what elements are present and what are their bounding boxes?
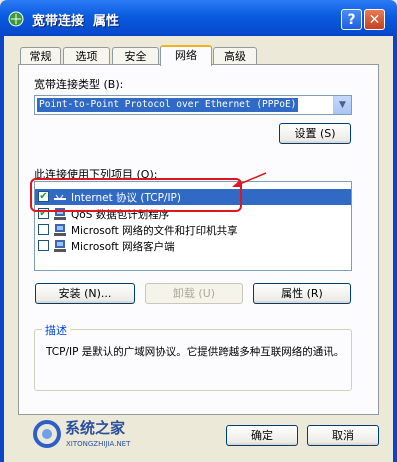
watermark-logo: 系统之家 XITONGZHIJIA.NET [33, 419, 131, 448]
annotation-highlight [30, 178, 242, 212]
help-button[interactable]: ? [341, 9, 362, 30]
list-item[interactable]: Microsoft 网络客户端 [35, 238, 351, 254]
tab-network[interactable]: 网络 [160, 45, 212, 66]
description-group [34, 329, 352, 391]
tab-advanced[interactable]: 高级 [213, 47, 257, 65]
connection-type-select[interactable]: Point-to-Point Protocol over Ethernet (P… [34, 95, 352, 115]
network-client-icon [54, 240, 66, 252]
tab-security[interactable]: 安全 [112, 47, 159, 65]
uninstall-button[interactable]: 卸载 (U) [145, 283, 243, 304]
window-title: 宽带连接 属性 [32, 14, 120, 29]
network-service-icon [54, 224, 66, 236]
annotation-arrow-icon [232, 172, 267, 187]
connection-type-label: 宽带连接类型 (B): [34, 78, 124, 91]
watermark-url: XITONGZHIJIA.NET [66, 440, 131, 448]
watermark-name: 系统之家 [65, 419, 125, 437]
description-text: TCP/IP 是默认的广域网协议。它提供跨越多种互联网络的通讯。 [46, 346, 345, 358]
close-button[interactable]: ✕ [364, 9, 385, 30]
item-label: Microsoft 网络客户端 [71, 241, 175, 253]
ok-button[interactable]: 确定 [226, 425, 298, 446]
list-item[interactable]: Microsoft 网络的文件和打印机共享 [35, 222, 351, 238]
item-label: Microsoft 网络的文件和打印机共享 [71, 225, 238, 237]
title-bar[interactable]: 宽带连接 属性 ? ✕ [0, 0, 397, 36]
install-button[interactable]: 安装 (N)... [35, 283, 135, 304]
tab-general[interactable]: 常规 [20, 47, 61, 65]
window-frame-right [393, 36, 397, 462]
description-title: 描述 [42, 322, 70, 338]
item-checkbox[interactable] [38, 240, 49, 251]
item-checkbox[interactable] [38, 224, 49, 235]
network-connection-icon [8, 11, 24, 27]
connection-type-value: Point-to-Point Protocol over Ethernet (P… [37, 98, 299, 112]
properties-button[interactable]: 属性 (R) [253, 283, 351, 304]
window-frame-left [0, 36, 4, 462]
chevron-down-icon[interactable]: ▼ [333, 96, 351, 114]
settings-button[interactable]: 设置 (S) [279, 123, 351, 144]
cancel-button[interactable]: 取消 [307, 425, 379, 446]
tab-options[interactable]: 选项 [63, 47, 110, 65]
